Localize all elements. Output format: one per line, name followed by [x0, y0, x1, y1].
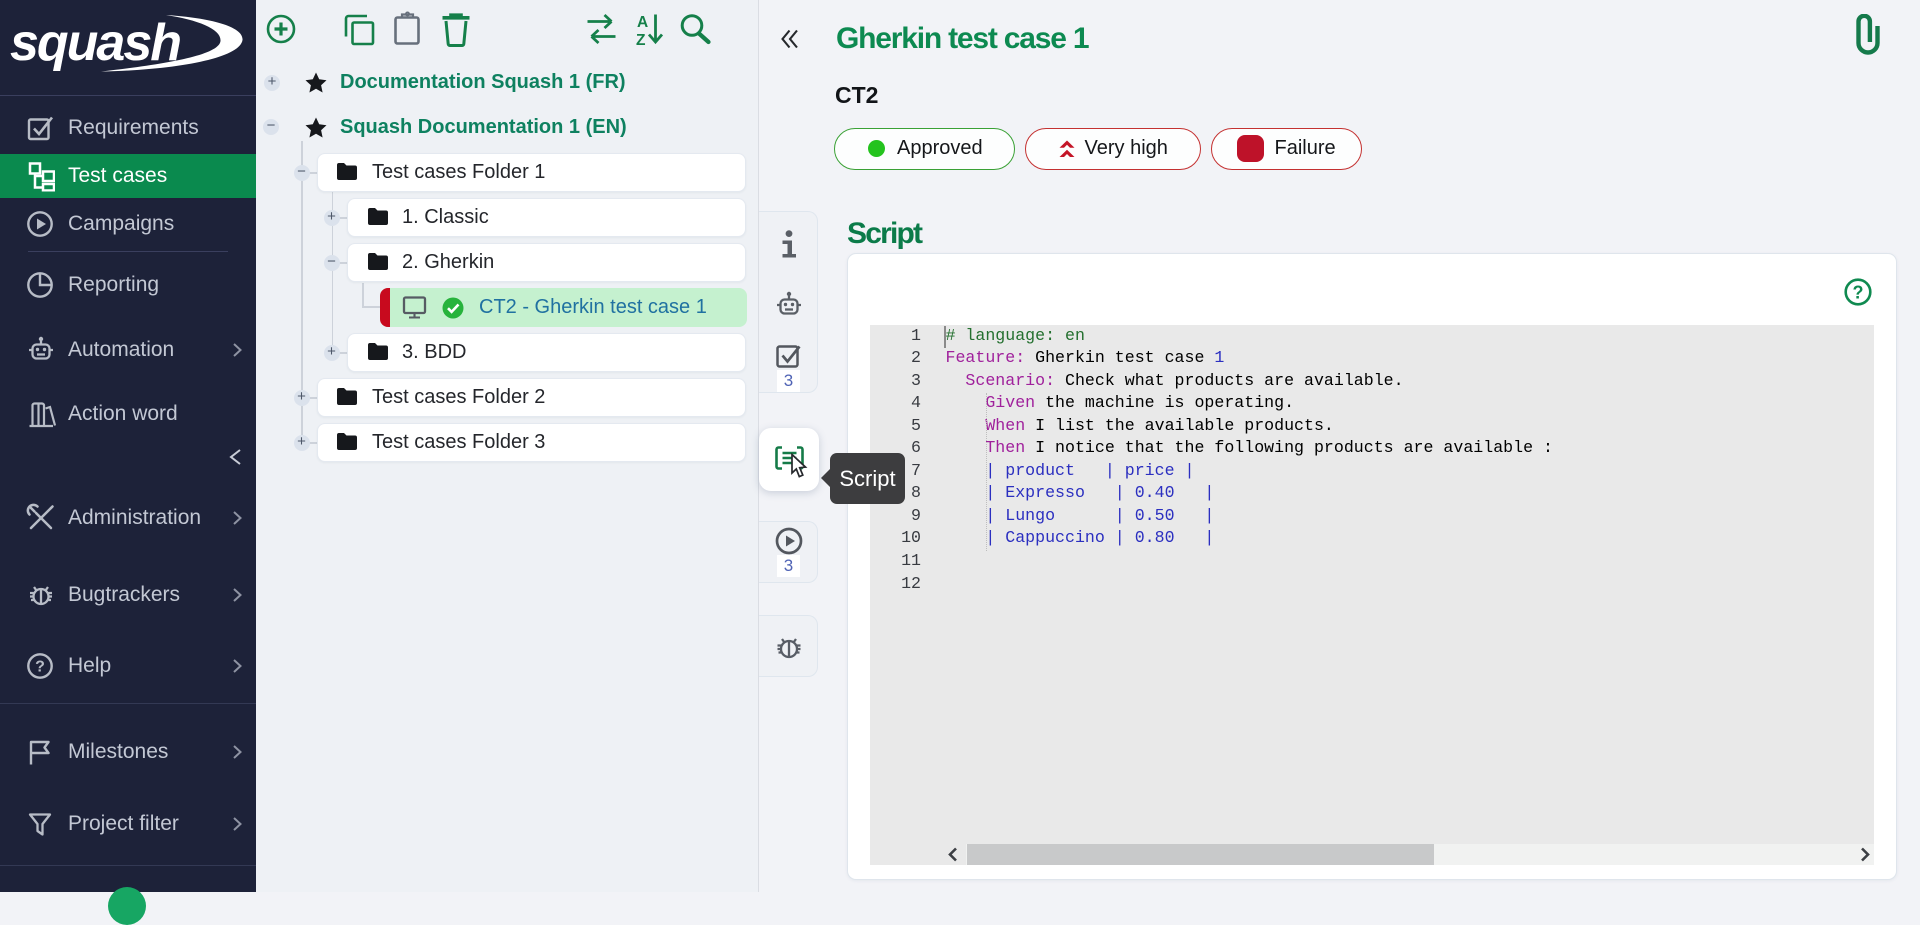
- svg-text:Z: Z: [636, 32, 646, 49]
- svg-text:A: A: [637, 14, 648, 31]
- svg-text:?: ?: [1853, 283, 1864, 303]
- svg-text:squash: squash: [10, 14, 182, 72]
- svg-text:?: ?: [35, 659, 45, 676]
